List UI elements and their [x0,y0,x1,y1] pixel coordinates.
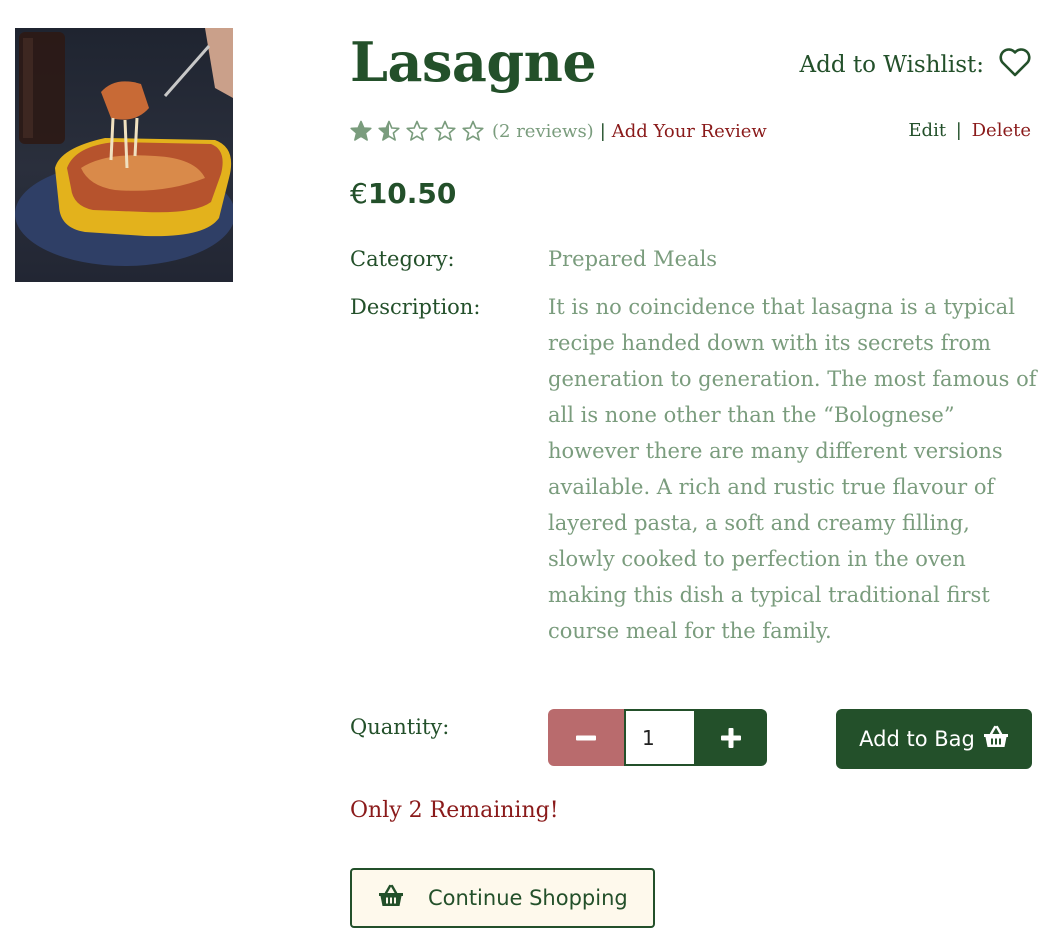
price-amount: 10.50 [367,177,457,210]
increase-quantity-button[interactable] [694,709,767,766]
star-empty-icon [406,120,428,141]
price-currency: € [350,177,368,210]
decrease-quantity-button[interactable] [548,709,624,766]
minus-icon [576,735,596,740]
description-label: Description: [350,295,481,319]
star-empty-icon [434,120,456,141]
edit-link[interactable]: Edit [908,120,946,141]
plus-icon [720,727,741,748]
add-review-link[interactable]: Add Your Review [612,121,767,142]
review-count[interactable]: (2 reviews) [492,121,594,142]
add-to-bag-label: Add to Bag [859,727,975,751]
star-empty-icon [462,120,484,141]
delete-link[interactable]: Delete [972,120,1031,141]
quantity-label: Quantity: [350,715,450,739]
category-label: Category: [350,247,455,271]
continue-shopping-button[interactable]: Continue Shopping [350,868,655,928]
wishlist-label: Add to Wishlist: [799,52,984,78]
quantity-stepper [548,709,767,766]
stock-remaining: Only 2 Remaining! [350,798,559,823]
quantity-input[interactable] [624,709,694,766]
category-value[interactable]: Prepared Meals [548,241,1038,277]
add-to-wishlist-button[interactable]: Add to Wishlist: [800,46,1032,84]
add-to-bag-button[interactable]: Add to Bag [836,709,1032,769]
shopping-basket-icon [378,884,404,913]
product-price: €10.50 [350,172,456,216]
star-rating [350,120,484,142]
star-half-icon [378,120,400,141]
rating-separator: | [599,120,606,142]
product-title: Lasagne [350,30,597,94]
continue-shopping-label: Continue Shopping [428,886,628,910]
admin-links: Edit | Delete [908,118,1031,144]
rating-row: (2 reviews) | Add Your Review [350,118,767,144]
product-description: It is no coincidence that lasagna is a t… [548,295,1037,643]
product-image [15,28,233,282]
admin-separator: | [955,120,962,141]
heart-outline-icon [998,46,1032,84]
shopping-basket-icon [983,725,1009,754]
star-filled-icon [350,120,372,141]
